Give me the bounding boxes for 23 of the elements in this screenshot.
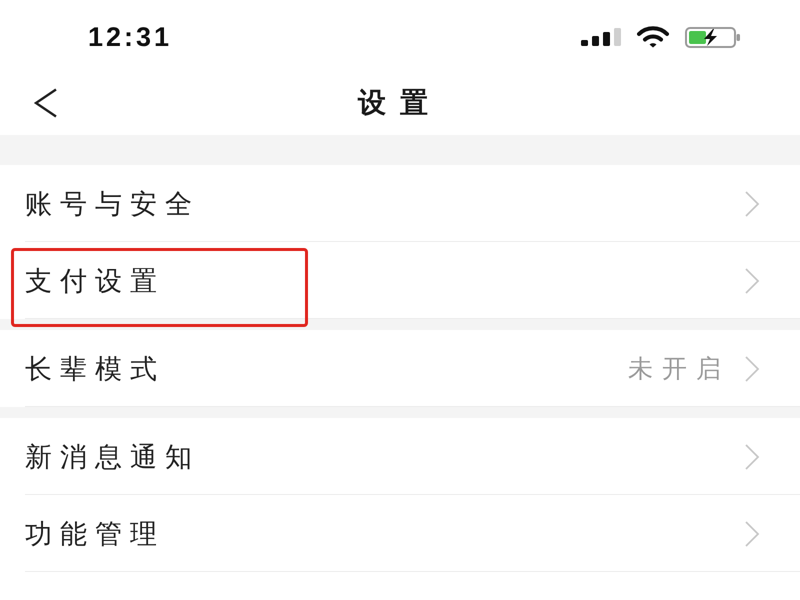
chevron-right-icon — [744, 520, 760, 546]
row-label: 支付设置 — [25, 264, 165, 298]
chevron-right-icon — [744, 268, 760, 294]
row-label: 功能管理 — [25, 518, 165, 552]
row-label: 新消息通知 — [25, 440, 200, 474]
back-button[interactable] — [33, 88, 59, 118]
settings-row[interactable]: 账号与安全 — [0, 165, 800, 242]
chevron-right-icon — [744, 190, 760, 216]
wifi-icon — [637, 26, 669, 48]
chevron-right-icon — [744, 444, 760, 470]
battery-charging-icon — [685, 26, 740, 48]
row-label: 长辈模式 — [25, 352, 165, 386]
settings-row[interactable]: 长辈模式 未开启 — [0, 330, 800, 407]
page-title: 设置 — [358, 84, 442, 120]
row-label: 账号与安全 — [25, 188, 200, 222]
row-value: 未开启 — [628, 353, 730, 385]
settings-row[interactable]: 支付设置 — [0, 242, 800, 319]
back-icon — [33, 88, 59, 118]
status-time: 12:31 — [88, 22, 172, 52]
chevron-right-icon — [744, 356, 760, 382]
settings-row[interactable]: 功能管理 — [0, 495, 800, 572]
signal-icon — [581, 28, 621, 46]
settings-row[interactable]: 新消息通知 — [0, 418, 800, 495]
